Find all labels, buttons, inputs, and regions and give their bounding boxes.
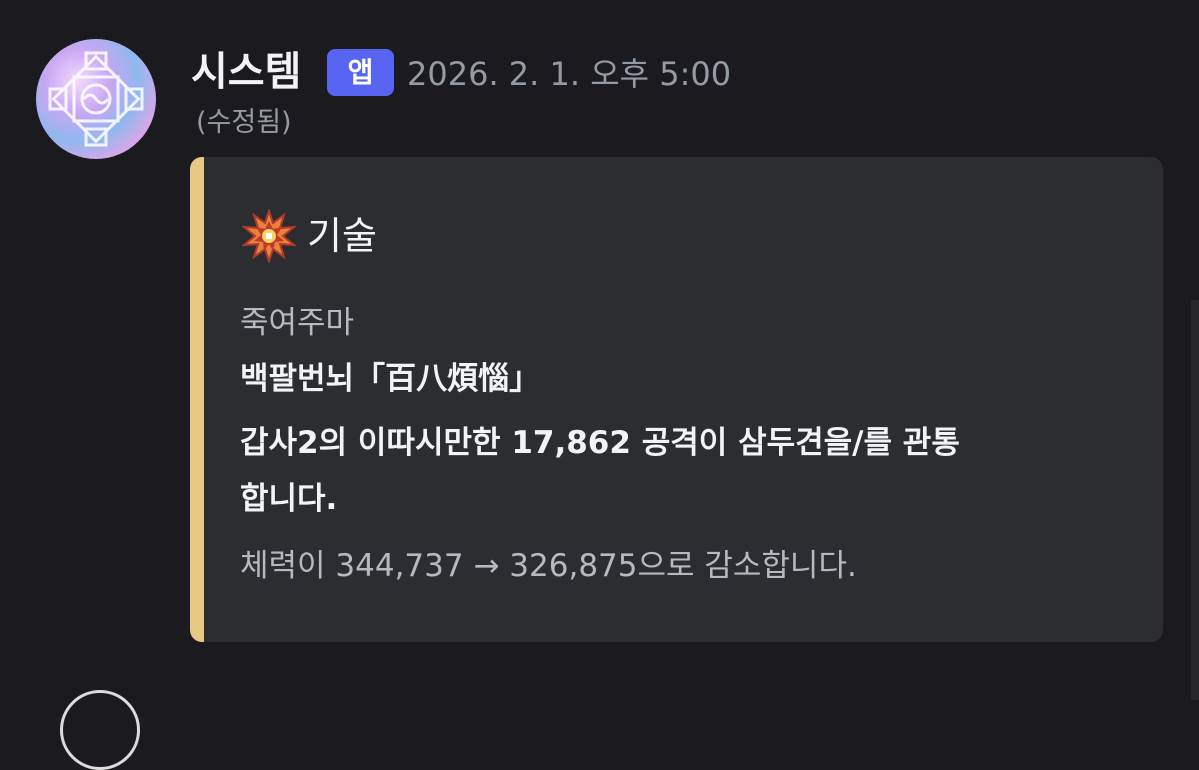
chat-message: 시스템 앱 2026. 2. 1. 오후 5:00 (수정됨) 기술 죽여주마 …	[0, 0, 1199, 770]
message-embed: 기술 죽여주마 백팔번뇌「百八煩惱」 갑사2의 이따시만한 17,862 공격이…	[190, 157, 1163, 642]
embed-line-attack-description-cont: 합니다.	[240, 481, 338, 517]
next-message-avatar[interactable]	[60, 690, 140, 770]
embed-accent-bar	[190, 157, 204, 642]
scrollbar-track[interactable]	[1191, 300, 1199, 700]
app-badge: 앱	[327, 49, 394, 96]
embed-line-attacker-shout: 죽여주마	[240, 305, 355, 341]
embed-line-skill-name: 백팔번뇌「百八煩惱」	[240, 361, 541, 397]
embed-line-attack-description: 갑사2의 이따시만한 17,862 공격이 삼두견을/를 관통	[240, 425, 960, 461]
spiky-star-icon	[242, 209, 296, 263]
author-avatar[interactable]	[36, 39, 156, 159]
message-timestamp[interactable]: 2026. 2. 1. 오후 5:00	[407, 52, 731, 96]
embed-line-hp-change: 체력이 344,737 → 326,875으로 감소합니다.	[240, 548, 857, 584]
author-name[interactable]: 시스템	[191, 44, 301, 100]
embed-title: 기술	[307, 214, 377, 258]
avatar-emblem-icon	[48, 51, 144, 147]
edited-label: (수정됨)	[196, 107, 292, 138]
